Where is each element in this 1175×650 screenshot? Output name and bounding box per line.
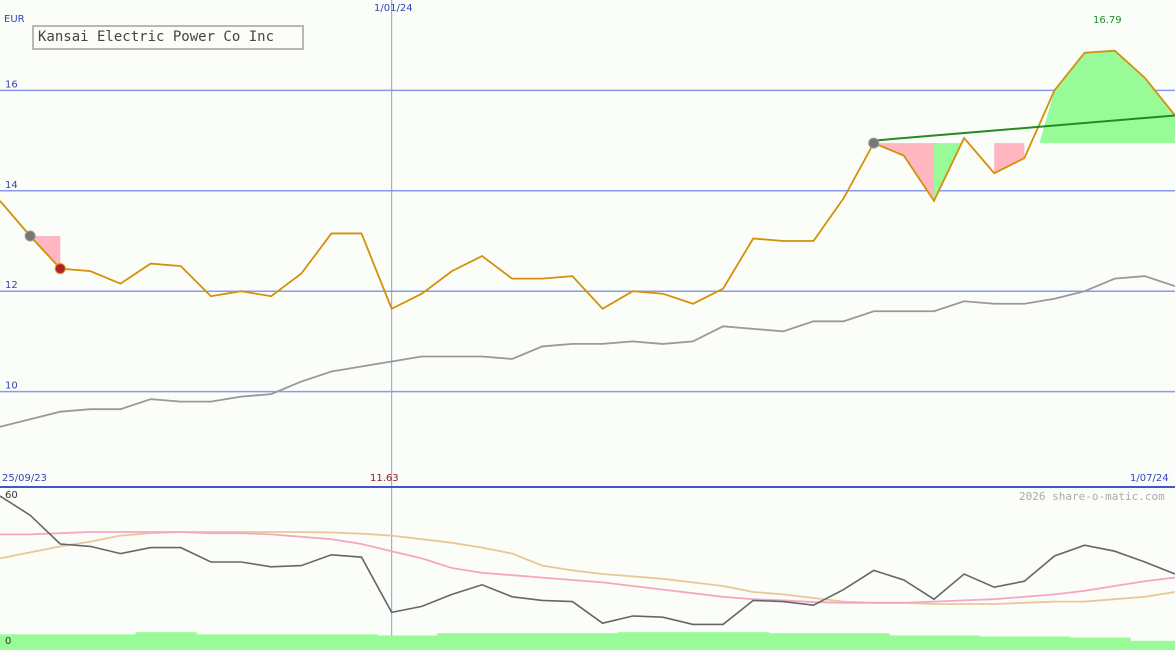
high-value-label: 16.79 <box>1093 15 1122 26</box>
osc-max-label: 60 <box>5 490 18 501</box>
volume-bar-9 <box>256 634 288 650</box>
loss-fill-2 <box>994 143 1025 174</box>
watermark: 2026 share-o-matic.com <box>1019 490 1165 503</box>
volume-bar-33 <box>979 636 1011 650</box>
chart-title: Kansai Electric Power Co Inc <box>32 25 304 50</box>
marker-1 <box>54 263 66 275</box>
date-start-label: 25/09/23 <box>2 473 47 484</box>
volume-bar-31 <box>918 635 951 650</box>
volume-bar-23 <box>677 632 710 650</box>
volume-bar-36 <box>1069 637 1101 650</box>
volume-bar-39 <box>1159 640 1175 650</box>
volume-bar-30 <box>888 635 920 650</box>
volume-bar-27 <box>798 633 830 650</box>
volume-bar-34 <box>1009 636 1041 650</box>
osc-min-label: 0 <box>5 636 12 647</box>
price-line <box>0 49 1175 311</box>
volume-bar-13 <box>376 635 408 650</box>
chart-canvas: 10 12 14 16 <box>0 0 1175 650</box>
volume-bar-26 <box>768 633 800 650</box>
volume-bar-5 <box>135 632 167 650</box>
volume-bar-4 <box>105 634 137 650</box>
chart-root: 10 12 14 16 Kansai Electric Power Co Inc EU… <box>0 0 1175 650</box>
oscillator-pink-line <box>0 531 1175 604</box>
volume-bar-17 <box>497 633 529 650</box>
volume-bar-37 <box>1099 637 1131 650</box>
volume-bar-25 <box>738 632 770 650</box>
volume-bar-1 <box>15 634 47 650</box>
gain-fill-2 <box>1039 50 1175 144</box>
volume-bar-14 <box>406 635 438 650</box>
volume-bar-3 <box>75 634 107 650</box>
marker-2 <box>868 137 880 149</box>
loss-fill-1 <box>873 143 934 201</box>
tick-label-12: 12 <box>5 280 18 291</box>
volume-bar-16 <box>466 633 499 650</box>
volume-bar-2 <box>45 634 77 650</box>
marker-0 <box>24 230 36 242</box>
volume-bar-18 <box>527 633 559 650</box>
volume-bar-12 <box>346 634 378 650</box>
tick-label-10: 10 <box>5 381 18 392</box>
volume-bar-11 <box>316 634 348 650</box>
oscillator-main-line <box>0 495 1175 626</box>
volume-bar-19 <box>557 633 589 650</box>
volume-bar-35 <box>1039 636 1071 650</box>
volume-bar-6 <box>165 632 197 650</box>
volume-bar-10 <box>286 634 318 650</box>
volume-bar-38 <box>1129 640 1161 650</box>
volume-bar-28 <box>828 633 860 650</box>
oscillator-tan-line <box>0 531 1175 605</box>
low-value-label: 11.63 <box>370 473 399 484</box>
volume-bar-29 <box>858 633 890 650</box>
date-mid-top-label: 1/01/24 <box>374 3 413 14</box>
tick-label-16: 16 <box>5 79 18 90</box>
moving-average-line <box>0 275 1175 428</box>
volume-bar-24 <box>708 632 740 650</box>
volume-bar-15 <box>436 633 468 650</box>
date-end-label: 1/07/24 <box>1130 473 1169 484</box>
volume-bar-20 <box>587 633 619 650</box>
tick-label-14: 14 <box>5 180 18 191</box>
currency-label: EUR <box>4 14 25 25</box>
volume-bar-21 <box>617 632 649 650</box>
volume-bar-22 <box>647 632 679 650</box>
volume-bar-32 <box>949 635 981 650</box>
volume-bar-8 <box>225 634 258 650</box>
volume-bar-7 <box>195 634 227 650</box>
